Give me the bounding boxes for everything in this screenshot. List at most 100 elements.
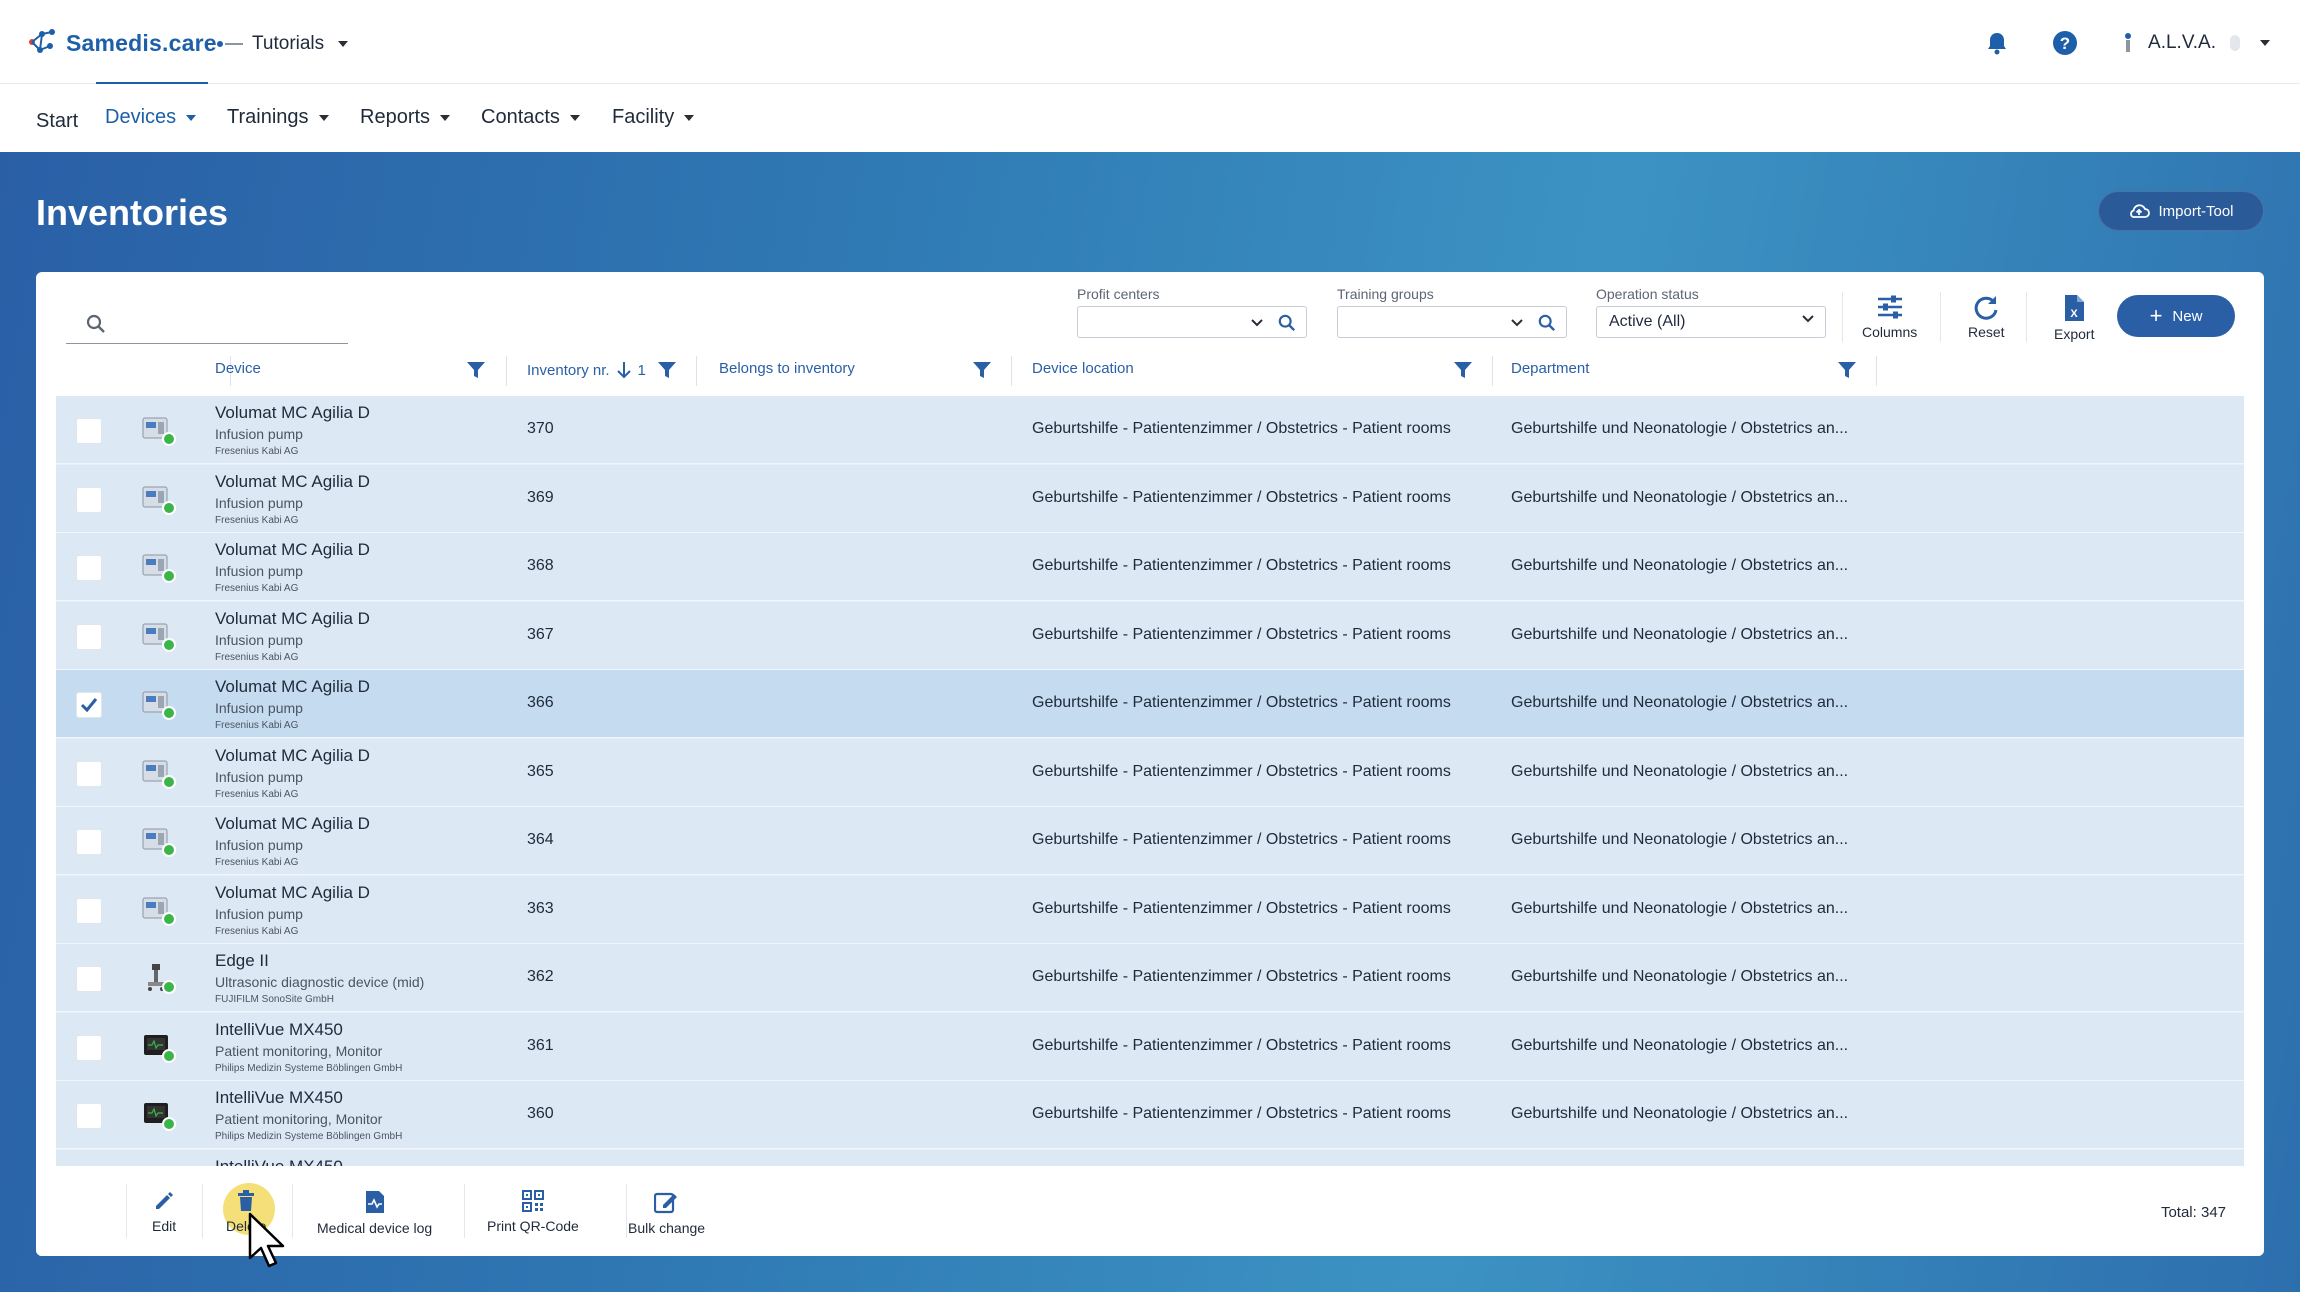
filter-icon[interactable] <box>657 360 677 380</box>
export-button[interactable]: X Export <box>2054 294 2094 342</box>
profit-centers-field[interactable] <box>1077 306 1307 338</box>
bulk-change-button[interactable]: Bulk change <box>628 1190 705 1236</box>
device-manufacturer: Fresenius Kabi AG <box>215 857 299 868</box>
row-checkbox[interactable] <box>76 829 102 855</box>
device-manufacturer: Fresenius Kabi AG <box>215 514 299 526</box>
toolbar-divider <box>1940 292 1941 342</box>
table-row[interactable]: IntelliVue MX450 Patient monitoring, Moni… <box>56 1012 2244 1081</box>
row-checkbox[interactable] <box>76 418 102 444</box>
search-icon[interactable] <box>1538 314 1556 332</box>
column-inventory-nr[interactable]: Inventory nr. 1 <box>527 360 646 380</box>
device-name: IntelliVue MX450 <box>215 1156 343 1167</box>
row-checkbox[interactable] <box>76 555 102 581</box>
device-name: Volumat MC Agilia D <box>215 677 370 696</box>
row-checkbox[interactable] <box>76 897 102 924</box>
table-row[interactable]: Volumat MC Agilia D Infusion pump Freseniu… <box>56 396 2244 464</box>
device-location: Geburtshilfe - Patientenzimmer / Obstetr… <box>1032 1036 1451 1054</box>
device-type: Ultrasonic diagnostic device (mid) <box>215 974 425 990</box>
training-groups-filter[interactable]: Training groups <box>1337 286 1567 338</box>
device-name: Volumat MC Agilia D <box>215 540 370 559</box>
device-location: Geburtshilfe - Patientenzimmer / Obstetr… <box>1032 420 1451 437</box>
operation-status-select[interactable]: Active (All) <box>1596 306 1826 338</box>
device-name: Volumat MC Agilia D <box>215 608 370 628</box>
device-type: Infusion pump <box>215 837 303 853</box>
table-row[interactable]: Edge II Ultrasonic diagnostic device (mid… <box>56 944 2244 1012</box>
table-row[interactable]: Volumat MC Agilia D Infusion pump Freseniu… <box>56 807 2244 875</box>
row-checkbox[interactable] <box>76 1103 102 1129</box>
row-checkbox[interactable] <box>76 623 102 650</box>
filter-icon[interactable] <box>972 360 992 380</box>
reset-button[interactable]: Reset <box>1968 294 2005 340</box>
chevron-down-icon <box>1511 319 1523 327</box>
row-checkbox[interactable] <box>76 1034 102 1061</box>
action-divider <box>126 1184 127 1238</box>
tenant-selector[interactable]: Tutorials <box>216 33 349 55</box>
table-row[interactable]: Volumat MC Agilia D Infusion pump Freseniu… <box>56 601 2244 670</box>
table-row[interactable]: Volumat MC Agilia D Infusion pump Freseniu… <box>56 533 2244 601</box>
medical-device-log-button[interactable]: Medical device log <box>317 1190 432 1236</box>
table-row[interactable]: IntelliVue MX450 <box>56 1149 2244 1167</box>
profit-centers-filter[interactable]: Profit centers <box>1077 286 1307 338</box>
trash-icon <box>238 1190 255 1211</box>
medical-log-icon <box>365 1191 384 1213</box>
inventory-number: 366 <box>527 694 554 711</box>
import-tool-label: Import-Tool <box>2158 202 2234 220</box>
device-type: Infusion pump <box>215 700 303 716</box>
operation-status-filter[interactable]: Operation status Active (All) <box>1596 286 1826 338</box>
chevron-down-icon <box>440 114 451 121</box>
row-checkbox[interactable] <box>76 966 102 992</box>
search-input[interactable] <box>66 302 348 344</box>
device-manufacturer: Fresenius Kabi AG <box>215 446 299 457</box>
import-tool-button[interactable]: Import-Tool <box>2098 191 2264 231</box>
new-button[interactable]: + New <box>2117 295 2235 337</box>
column-location[interactable]: Device location <box>1032 360 1134 377</box>
filter-icon[interactable] <box>1453 360 1473 380</box>
row-checkbox[interactable] <box>76 486 102 513</box>
nav-facility[interactable]: Facility <box>612 106 695 129</box>
device-location: Geburtshilfe - Patientenzimmer / Obstetr… <box>1032 694 1451 711</box>
print-qr-button[interactable]: Print QR-Code <box>487 1190 579 1234</box>
top-header: Samedis.care Tutorials ? A.L.V.A. <box>0 0 2300 84</box>
nav-trainings[interactable]: Trainings <box>227 106 329 129</box>
toolbar-divider <box>2026 292 2027 342</box>
user-badge-icon <box>2230 35 2240 51</box>
columns-button[interactable]: Columns <box>1862 294 1917 340</box>
plus-icon: + <box>2149 303 2163 328</box>
help-icon[interactable]: ? <box>2052 30 2078 56</box>
device-type: Patient monitoring, Monitor <box>215 1042 383 1059</box>
user-menu[interactable]: A.L.V.A. <box>2120 31 2270 55</box>
column-department[interactable]: Department <box>1511 360 1589 377</box>
main-nav: Start Devices Trainings Reports Contacts… <box>0 84 2300 152</box>
inventory-number: 364 <box>527 831 554 848</box>
column-divider <box>696 356 697 386</box>
table-row[interactable]: Volumat MC Agilia D Infusion pump Freseniu… <box>56 875 2244 944</box>
filter-icon[interactable] <box>1837 360 1857 380</box>
training-groups-field[interactable] <box>1337 306 1567 338</box>
bell-icon[interactable] <box>1984 30 2010 56</box>
table-row[interactable]: Volumat MC Agilia D Infusion pump Freseniu… <box>56 464 2244 533</box>
nav-reports[interactable]: Reports <box>360 106 451 129</box>
brand[interactable]: Samedis.care <box>26 28 217 58</box>
active-status-dot <box>162 843 176 857</box>
total-count: Total: 347 <box>2160 1204 2226 1221</box>
nav-devices[interactable]: Devices <box>105 106 197 129</box>
row-checkbox[interactable] <box>76 692 102 718</box>
table-row[interactable]: IntelliVue MX450 Patient monitoring, Moni… <box>56 1081 2244 1149</box>
column-belongs-to[interactable]: Belongs to inventory <box>719 360 855 377</box>
table-row[interactable]: Volumat MC Agilia D Infusion pump Freseniu… <box>56 738 2244 807</box>
column-device[interactable]: Device <box>215 360 261 377</box>
device-manufacturer: Fresenius Kabi AG <box>215 925 299 937</box>
device-type: Infusion pump <box>215 905 303 922</box>
device-type: Infusion pump <box>215 563 303 579</box>
edit-button[interactable]: Edit <box>152 1190 176 1234</box>
filter-icon[interactable] <box>466 360 486 380</box>
department: Geburtshilfe und Neonatologie / Obstetri… <box>1511 1105 1849 1122</box>
table-row[interactable]: Volumat MC Agilia D Infusion pump Freseniu… <box>56 670 2244 738</box>
search-icon[interactable] <box>1278 314 1296 332</box>
reset-label: Reset <box>1968 324 2005 340</box>
nav-start[interactable]: Start <box>36 110 78 133</box>
profit-centers-label: Profit centers <box>1077 286 1160 302</box>
nav-contacts[interactable]: Contacts <box>481 106 580 129</box>
row-checkbox[interactable] <box>76 760 102 787</box>
active-status-dot <box>162 1048 176 1063</box>
